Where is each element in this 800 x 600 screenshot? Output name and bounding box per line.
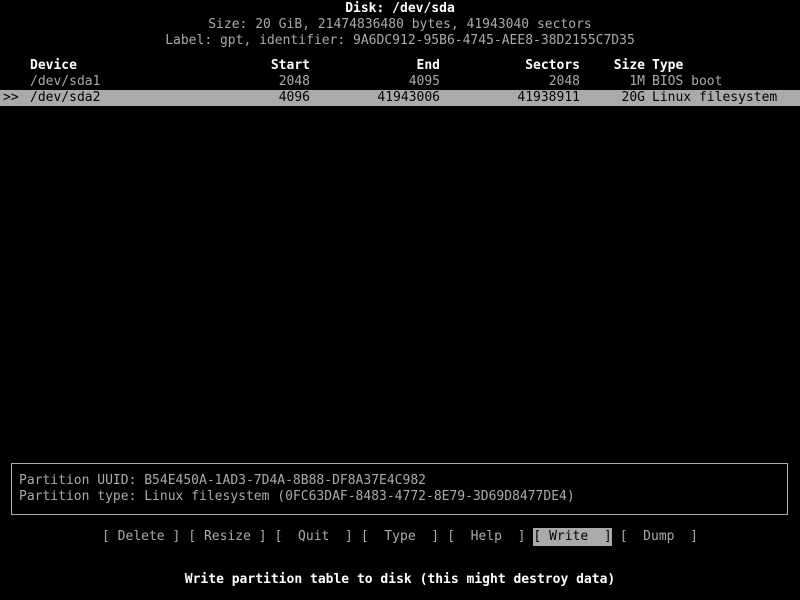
column-header-size: Size xyxy=(580,58,645,74)
write-button[interactable]: [ Write ] xyxy=(533,528,611,546)
row-device: /dev/sda2 xyxy=(30,90,210,106)
disk-label-line: Label: gpt, identifier: 9A6DC912-95B6-47… xyxy=(0,33,800,49)
partition-table: Device Start End Sectors Size Type /dev/… xyxy=(0,58,800,106)
row-type: BIOS boot xyxy=(645,74,795,90)
delete-button[interactable]: [ Delete ] xyxy=(102,528,180,546)
status-line: Write partition table to disk (this migh… xyxy=(0,571,800,589)
row-sectors: 41938911 xyxy=(440,90,580,106)
row-start: 4096 xyxy=(210,90,310,106)
column-header-start: Start xyxy=(210,58,310,74)
partition-info-box: Partition UUID: B54E450A-1AD3-7D4A-8B88-… xyxy=(11,463,788,515)
action-button-bar: [ Delete ] [ Resize ] [ Quit ] [ Type ] … xyxy=(0,528,800,546)
disk-size-line: Size: 20 GiB, 21474836480 bytes, 4194304… xyxy=(0,17,800,33)
row-sectors: 2048 xyxy=(440,74,580,90)
row-selection-marker: >> xyxy=(0,90,30,106)
partition-uuid-line: Partition UUID: B54E450A-1AD3-7D4A-8B88-… xyxy=(12,473,787,489)
cfdisk-screen: Disk: /dev/sda Size: 20 GiB, 21474836480… xyxy=(0,0,800,600)
row-size: 1M xyxy=(580,74,645,90)
column-header-device: Device xyxy=(30,58,210,74)
column-header-end: End xyxy=(310,58,440,74)
partition-table-header: Device Start End Sectors Size Type xyxy=(0,58,800,74)
column-header-sectors: Sectors xyxy=(440,58,580,74)
partition-type-line: Partition type: Linux filesystem (0FC63D… xyxy=(12,489,787,505)
row-size: 20G xyxy=(580,90,645,106)
row-start: 2048 xyxy=(210,74,310,90)
dump-button[interactable]: [ Dump ] xyxy=(620,528,698,546)
row-end: 41943006 xyxy=(310,90,440,106)
table-row[interactable]: /dev/sda1 2048 4095 2048 1M BIOS boot xyxy=(0,74,800,90)
help-button[interactable]: [ Help ] xyxy=(447,528,525,546)
disk-header: Disk: /dev/sda Size: 20 GiB, 21474836480… xyxy=(0,0,800,49)
row-type: Linux filesystem xyxy=(645,90,795,106)
column-header-type: Type xyxy=(645,58,795,74)
row-device: /dev/sda1 xyxy=(30,74,210,90)
resize-button[interactable]: [ Resize ] xyxy=(188,528,266,546)
table-row-selected[interactable]: >> /dev/sda2 4096 41943006 41938911 20G … xyxy=(0,90,800,106)
type-button[interactable]: [ Type ] xyxy=(361,528,439,546)
row-end: 4095 xyxy=(310,74,440,90)
disk-title: Disk: /dev/sda xyxy=(0,1,800,17)
quit-button[interactable]: [ Quit ] xyxy=(275,528,353,546)
